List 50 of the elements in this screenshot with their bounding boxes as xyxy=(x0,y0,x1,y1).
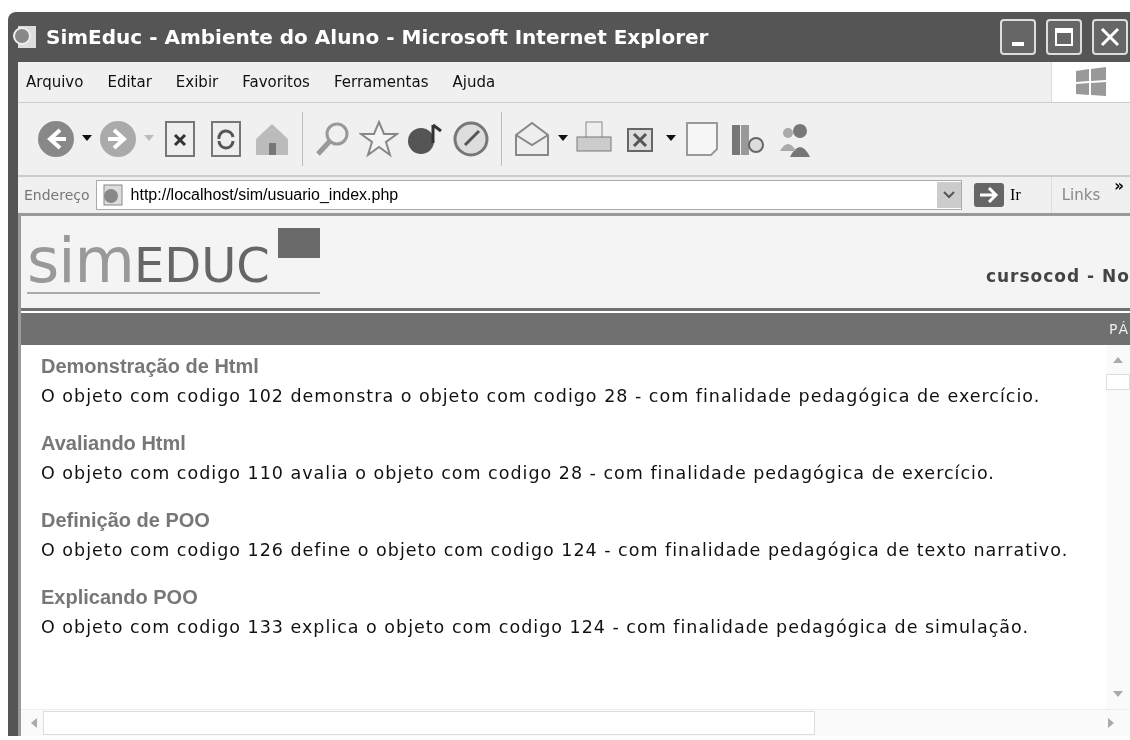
scroll-thumb[interactable] xyxy=(1106,374,1130,390)
window-title: SimEduc - Ambiente do Aluno - Microsoft Internet Explorer xyxy=(46,25,710,49)
item-description: O objeto com codigo 126 define o objeto com codigo 124 - com finalidade pedagógica de texto narrativo. xyxy=(41,540,1070,560)
star-icon[interactable] xyxy=(359,119,399,159)
go-button[interactable]: Ir xyxy=(962,183,1051,207)
item-title: Avaliando Html xyxy=(41,432,187,455)
site-logo: simEDUC xyxy=(27,230,320,294)
address-label: Endereço xyxy=(23,187,91,203)
browser-icon xyxy=(12,24,38,50)
item-description: O objeto com codigo 133 explica o objeto com codigo 124 - com finalidade pedagógica de simulação. xyxy=(41,617,1030,637)
windows-logo-icon xyxy=(1074,67,1108,97)
menu-item[interactable]: Arquivo xyxy=(22,73,84,91)
menu-item[interactable]: Editar xyxy=(103,73,152,91)
item-description: O objeto com codigo 110 avalia o objeto com codigo 28 - com finalidade pedagógica de exercício. xyxy=(41,463,996,483)
item-description: O objeto com codigo 102 demonstra o objeto com codigo 28 - com finalidade pedagógica de exercício. xyxy=(41,386,1042,406)
minimize-icon xyxy=(1012,42,1024,46)
chevron-down-icon xyxy=(943,191,956,199)
address-field[interactable]: http://localhost/sim/usuario_index.php xyxy=(95,180,963,210)
scroll-right-icon[interactable] xyxy=(1108,718,1116,728)
dropdown-icon[interactable] xyxy=(82,135,92,143)
item-title: Explicando POO xyxy=(41,586,199,609)
close-icon xyxy=(1100,27,1120,47)
minimize-button[interactable] xyxy=(1000,19,1036,55)
item-title: Demonstração de Html xyxy=(41,355,260,378)
links-button[interactable]: Links » xyxy=(1050,177,1130,213)
menu-item[interactable]: Ferramentas xyxy=(329,73,429,91)
scroll-down-icon[interactable] xyxy=(1113,691,1123,699)
page-icon xyxy=(100,184,125,206)
back-icon[interactable] xyxy=(36,119,76,159)
horizontal-scrollbar[interactable] xyxy=(21,709,1130,736)
dropdown-icon[interactable] xyxy=(666,135,676,143)
header-text: cursocod - No xyxy=(985,266,1130,286)
scroll-left-icon[interactable] xyxy=(29,718,37,728)
address-dropdown[interactable] xyxy=(937,182,962,208)
history-icon[interactable] xyxy=(451,119,491,159)
close-button[interactable] xyxy=(1092,19,1128,55)
forward-icon[interactable] xyxy=(98,119,138,159)
menu-item[interactable]: Ajuda xyxy=(448,73,496,91)
mail-icon[interactable] xyxy=(512,119,552,159)
maximize-button[interactable] xyxy=(1046,19,1082,55)
item-title: Definição de POO xyxy=(41,509,211,532)
dropdown-icon[interactable] xyxy=(558,135,568,143)
maximize-icon xyxy=(1054,27,1074,47)
vertical-scrollbar[interactable] xyxy=(1106,345,1130,709)
menu-item[interactable]: Exibir xyxy=(171,73,219,91)
menu-item[interactable]: Favoritos xyxy=(238,73,310,91)
scroll-thumb[interactable] xyxy=(43,711,815,735)
scroll-up-icon[interactable] xyxy=(1113,355,1123,363)
nav-text[interactable]: PÁ xyxy=(1108,321,1130,337)
address-value: http://localhost/sim/usuario_index.php xyxy=(130,186,400,204)
